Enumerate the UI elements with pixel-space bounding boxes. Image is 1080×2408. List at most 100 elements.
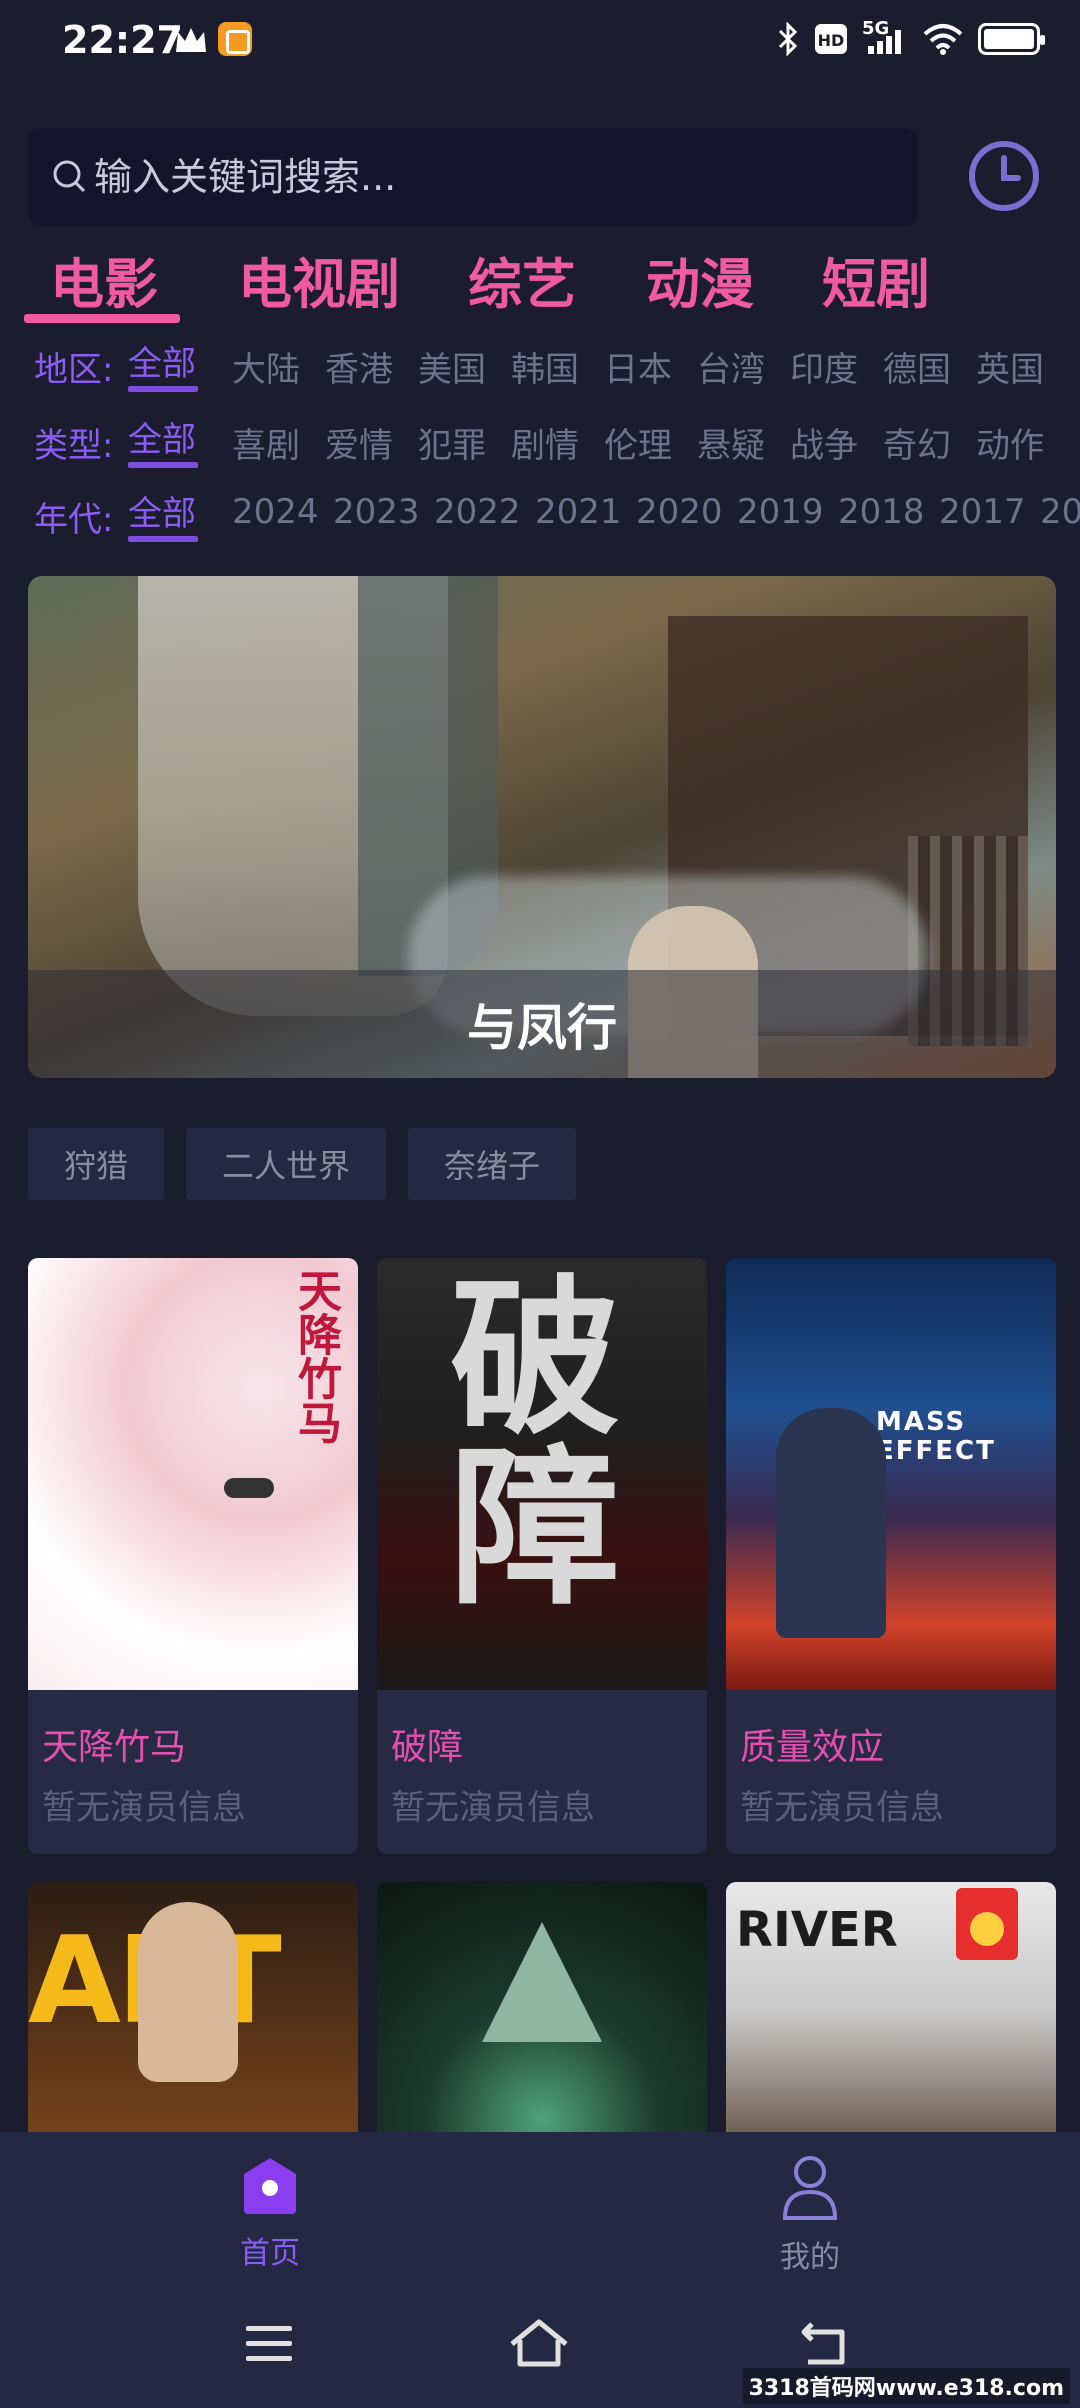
movie-title: 破障 bbox=[391, 1727, 464, 1768]
featured-banner[interactable]: 与凤行 bbox=[28, 576, 1056, 1078]
tab-anime[interactable]: 动漫 bbox=[646, 240, 754, 319]
movie-poster: 天降竹马 bbox=[28, 1258, 358, 1690]
wifi-icon bbox=[923, 24, 963, 55]
hot-tags: 狩猎 二人世界 奈绪子 bbox=[28, 1128, 577, 1200]
profile-icon bbox=[782, 2156, 838, 2220]
home-icon bbox=[244, 2158, 296, 2214]
status-time: 22:27 bbox=[62, 18, 183, 62]
movie-card[interactable]: 天降竹马 天降竹马 暂无演员信息 bbox=[28, 1258, 358, 1854]
tab-variety[interactable]: 综艺 bbox=[468, 240, 576, 319]
filter-option[interactable]: 2019 bbox=[737, 492, 824, 532]
movie-cast: 暂无演员信息 bbox=[42, 1788, 246, 1828]
nav-mine-label: 我的 bbox=[780, 2240, 840, 2275]
filter-option[interactable]: 大陆 bbox=[232, 342, 300, 391]
app-notification-icon bbox=[218, 22, 252, 56]
movie-title: 天降竹马 bbox=[42, 1727, 187, 1768]
filter-option[interactable]: 美国 bbox=[418, 342, 486, 391]
poster-text: RIVER bbox=[736, 1902, 898, 1958]
poster-figure bbox=[776, 1408, 886, 1638]
filter-option[interactable]: 台湾 bbox=[697, 342, 765, 391]
history-clock-icon[interactable] bbox=[966, 138, 1042, 214]
search-input[interactable] bbox=[94, 155, 894, 199]
filter-option[interactable]: 奇幻 bbox=[883, 418, 951, 467]
system-navigation-bar: 3318首码网www.e318.com bbox=[0, 2282, 1080, 2408]
filter-selected-indicator bbox=[128, 386, 198, 392]
home-system-icon[interactable] bbox=[508, 2318, 570, 2368]
svg-text:HD: HD bbox=[818, 31, 845, 50]
tab-movie[interactable]: 电影 bbox=[50, 240, 158, 319]
movie-poster: 破障 bbox=[377, 1258, 707, 1690]
status-bar: 22:27 HD 5G bbox=[0, 0, 1080, 90]
movie-title: 质量效应 bbox=[740, 1727, 885, 1768]
battery-icon bbox=[978, 23, 1045, 55]
filter-option[interactable]: 2016 bbox=[1040, 492, 1080, 532]
nav-mine[interactable]: 我的 bbox=[710, 2154, 910, 2276]
filter-row-region: 地区: 全部 大陆 香港 美国 韩国 日本 台湾 印度 德国 英国 bbox=[0, 336, 1080, 402]
poster-text: 破障 bbox=[420, 1268, 618, 1608]
filter-option[interactable]: 香港 bbox=[325, 342, 393, 391]
filter-option[interactable]: 2022 bbox=[434, 492, 521, 532]
filter-label: 年代: bbox=[34, 500, 114, 540]
filter-row-genre: 类型: 全部 喜剧 爱情 犯罪 剧情 伦理 悬疑 战争 奇幻 动作 bbox=[0, 412, 1080, 478]
filter-option[interactable]: 2024 bbox=[232, 492, 319, 532]
filter-option[interactable]: 2021 bbox=[535, 492, 622, 532]
filter-row-year: 年代: 全部 2024 2023 2022 2021 2020 2019 201… bbox=[0, 486, 1080, 552]
tab-short-drama[interactable]: 短剧 bbox=[822, 240, 930, 319]
poster-text: 天降竹马 bbox=[290, 1268, 341, 1444]
filter-selected-indicator bbox=[128, 462, 198, 468]
bottom-tab-bar: 首页 我的 bbox=[0, 2132, 1080, 2282]
nav-home-label: 首页 bbox=[240, 2236, 300, 2271]
menu-icon[interactable] bbox=[244, 2322, 294, 2366]
network-type: 5G bbox=[862, 18, 908, 56]
banner-caption: 与凤行 bbox=[28, 970, 1056, 1078]
bluetooth-icon bbox=[778, 22, 798, 56]
filter-option-all[interactable]: 全部 bbox=[128, 412, 196, 461]
back-icon[interactable] bbox=[798, 2318, 850, 2368]
filter-selected-indicator bbox=[128, 536, 198, 542]
filter-option[interactable]: 战争 bbox=[790, 418, 858, 467]
filter-option[interactable]: 悬疑 bbox=[697, 418, 765, 467]
movie-cast: 暂无演员信息 bbox=[391, 1788, 595, 1828]
nav-home[interactable]: 首页 bbox=[170, 2154, 370, 2272]
filter-option[interactable]: 日本 bbox=[604, 342, 672, 391]
movie-card[interactable]: 破障 破障 暂无演员信息 bbox=[377, 1258, 707, 1854]
movie-cast: 暂无演员信息 bbox=[740, 1788, 944, 1828]
filter-option[interactable]: 英国 bbox=[976, 342, 1044, 391]
poster-text: MASS EFFECT bbox=[876, 1407, 996, 1466]
filter-option[interactable]: 印度 bbox=[790, 342, 858, 391]
banner-title: 与凤行 bbox=[467, 999, 617, 1057]
filter-option[interactable]: 爱情 bbox=[325, 418, 393, 467]
red-envelope-coin bbox=[970, 1912, 1004, 1946]
crown-icon bbox=[176, 28, 206, 52]
filter-option-all[interactable]: 全部 bbox=[128, 336, 196, 385]
filter-option[interactable]: 伦理 bbox=[604, 418, 672, 467]
filter-option[interactable]: 韩国 bbox=[511, 342, 579, 391]
filter-option[interactable]: 犯罪 bbox=[418, 418, 486, 467]
movie-poster: MASS EFFECT bbox=[726, 1258, 1056, 1690]
search-icon bbox=[53, 160, 86, 193]
signal-icon bbox=[868, 30, 901, 54]
tab-tv-series[interactable]: 电视剧 bbox=[238, 240, 400, 319]
filter-option[interactable]: 2023 bbox=[333, 492, 420, 532]
poster-figure bbox=[138, 1902, 238, 2082]
filter-option[interactable]: 动作 bbox=[976, 418, 1044, 467]
tag-chip[interactable]: 奈绪子 bbox=[408, 1128, 577, 1200]
filter-option[interactable]: 2017 bbox=[939, 492, 1026, 532]
movie-card[interactable]: MASS EFFECT 质量效应 暂无演员信息 bbox=[726, 1258, 1056, 1854]
filter-option[interactable]: 2020 bbox=[636, 492, 723, 532]
tag-chip[interactable]: 二人世界 bbox=[186, 1128, 387, 1200]
search-box[interactable] bbox=[28, 128, 918, 226]
tag-chip[interactable]: 狩猎 bbox=[28, 1128, 165, 1200]
poster-figure bbox=[224, 1478, 274, 1498]
watermark: 3318首码网www.e318.com bbox=[742, 2368, 1070, 2404]
filter-option[interactable]: 德国 bbox=[883, 342, 951, 391]
red-envelope-icon bbox=[956, 1888, 1018, 1960]
filter-option[interactable]: 喜剧 bbox=[232, 418, 300, 467]
poster-figure bbox=[482, 1922, 602, 2042]
filter-option[interactable]: 2018 bbox=[838, 492, 925, 532]
filter-option[interactable]: 剧情 bbox=[511, 418, 579, 467]
category-tabs: 电影 电视剧 综艺 动漫 短剧 bbox=[24, 240, 1064, 320]
hd-icon: HD bbox=[815, 24, 847, 54]
active-tab-indicator bbox=[24, 314, 180, 323]
filter-option-all[interactable]: 全部 bbox=[128, 486, 196, 535]
